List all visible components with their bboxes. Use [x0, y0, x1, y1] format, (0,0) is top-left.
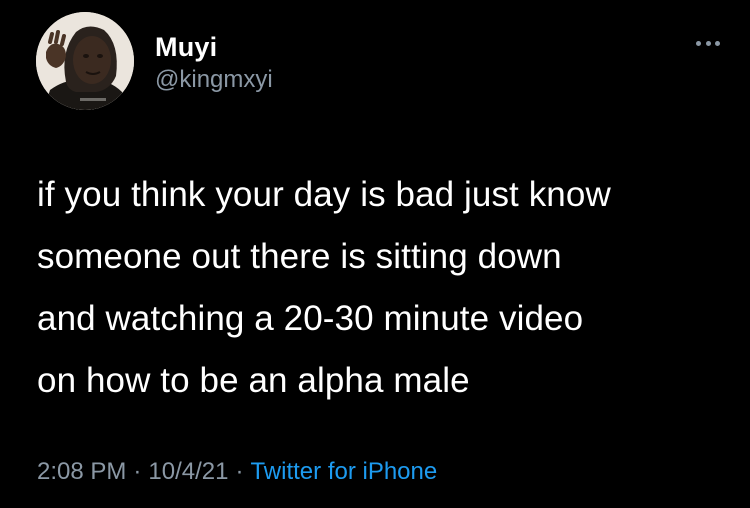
display-name[interactable]: Muyi — [155, 32, 273, 62]
tweet-time[interactable]: 2:08 PM — [37, 458, 126, 485]
tweet-date[interactable]: 10/4/21 — [148, 458, 228, 485]
separator: · — [235, 458, 244, 485]
more-dot — [715, 40, 720, 46]
user-handle[interactable]: @kingmxyi — [155, 64, 273, 96]
user-info: Muyi @kingmxyi — [155, 32, 273, 96]
tweet-text-line: and watching a 20-30 minute video — [37, 299, 584, 338]
tweet-metadata: 2:08 PM · 10/4/21 · Twitter for iPhone — [37, 455, 437, 489]
tweet-source-link[interactable]: Twitter for iPhone — [250, 458, 437, 485]
more-dot — [696, 40, 701, 46]
tweet-text-line: someone out there is sitting down — [37, 237, 562, 276]
tweet-card: Muyi @kingmxyi if you think your day is … — [0, 0, 750, 508]
separator: · — [133, 458, 142, 485]
more-dot — [705, 40, 711, 46]
tweet-text-line: on how to be an alpha male — [37, 361, 470, 400]
tweet-text: if you think your day is bad just know s… — [37, 164, 737, 412]
avatar[interactable] — [36, 12, 134, 110]
more-horizontal-icon[interactable] — [696, 36, 720, 50]
tweet-text-line: if you think your day is bad just know — [37, 175, 611, 214]
